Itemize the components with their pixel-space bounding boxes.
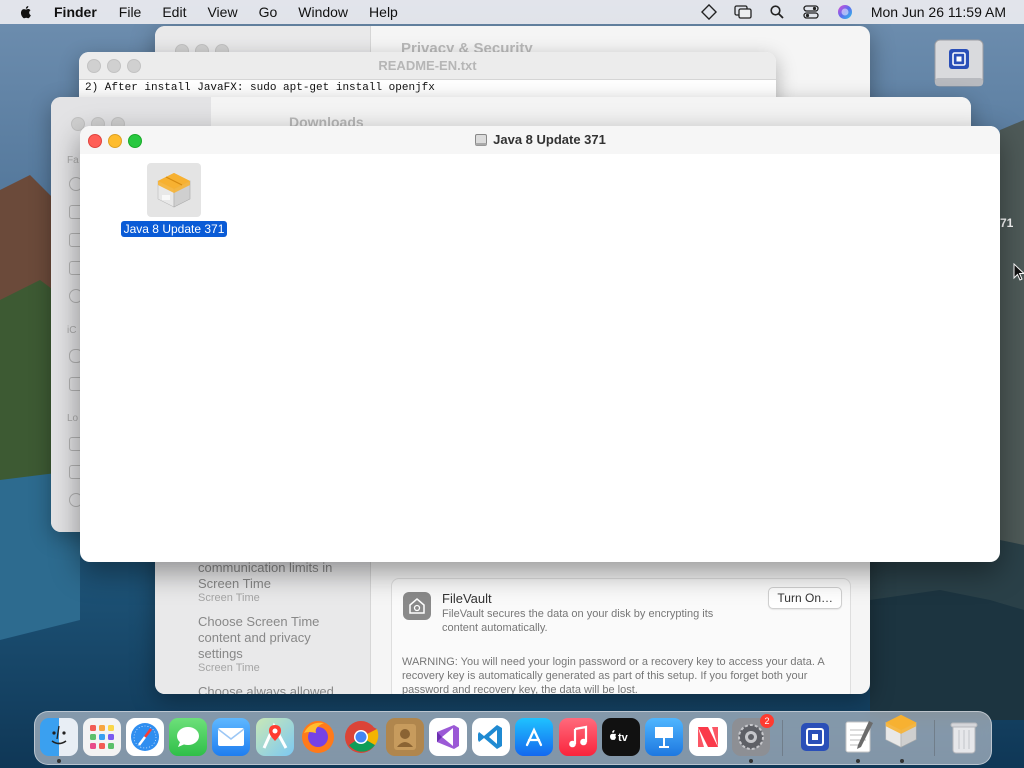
dock-music-icon[interactable] (559, 718, 597, 756)
package-box-icon (157, 173, 191, 208)
dock-separator (782, 720, 783, 756)
settings-sidebar-subtitle: Screen Time (198, 592, 260, 604)
sidebar-section-icloud: iC (67, 325, 77, 336)
settings-notification-badge: 2 (760, 714, 774, 728)
menu-go[interactable]: Go (259, 4, 278, 20)
dock-system-settings-icon[interactable]: 2 (732, 714, 774, 756)
diamond-icon[interactable] (699, 4, 719, 20)
java-installer-package[interactable]: Java 8 Update 371 (118, 163, 230, 237)
sidebar-section-favorites: Fa (67, 155, 79, 166)
disk-volume-icon (475, 133, 488, 146)
settings-sidebar-item[interactable]: Choose always allowed (198, 684, 334, 694)
menu-app-name[interactable]: Finder (54, 4, 97, 20)
settings-sidebar-item[interactable]: communication limits in Screen Time (198, 560, 338, 592)
java-titlebar[interactable]: Java 8 Update 371 (80, 126, 1000, 154)
menu-help[interactable]: Help (369, 4, 398, 20)
dock-separator (934, 720, 935, 756)
filevault-panel: FileVault FileVault secures the data on … (391, 578, 851, 694)
dock-keynote-icon[interactable] (645, 718, 683, 756)
dock-java-installer-icon[interactable] (882, 712, 920, 750)
readme-text-line[interactable]: 2) After install JavaFX: sudo apt-get in… (79, 81, 776, 95)
menu-window[interactable]: Window (298, 4, 348, 20)
dock-textedit-icon[interactable] (839, 718, 877, 756)
disk-image-drive-icon[interactable] (930, 36, 988, 94)
dock-firefox-icon[interactable] (299, 718, 337, 756)
filevault-title: FileVault (442, 591, 492, 606)
filevault-turn-on-button[interactable]: Turn On… (768, 587, 842, 609)
filevault-warning: WARNING: You will need your login passwo… (402, 656, 825, 694)
screen-mirroring-icon[interactable] (733, 4, 753, 20)
dock-vscode-icon[interactable] (472, 718, 510, 756)
dock-news-icon[interactable] (689, 718, 727, 756)
dock-launchpad-icon[interactable] (83, 718, 121, 756)
settings-sidebar-item[interactable]: Choose Screen Time content and privacy s… (198, 614, 328, 662)
package-thumbnail (147, 163, 201, 217)
svg-text:tv: tv (618, 732, 629, 744)
dock-running-indicator (856, 759, 860, 763)
menu-view[interactable]: View (207, 4, 237, 20)
menu-bar: Finder File Edit View Go Window Help Mon… (0, 0, 1024, 24)
dock: tv 2 (34, 711, 992, 765)
desktop-label-partial: 71 (1000, 216, 1014, 230)
menu-edit[interactable]: Edit (162, 4, 186, 20)
dock-messages-icon[interactable] (169, 718, 207, 756)
dock-disk-image-icon[interactable] (796, 718, 834, 756)
dock-trash-icon[interactable] (945, 718, 983, 756)
siri-icon[interactable] (835, 4, 855, 20)
settings-sidebar-subtitle: Screen Time (198, 662, 260, 674)
java-window-title: Java 8 Update 371 (493, 132, 606, 147)
readme-titlebar[interactable]: README-EN.txt (79, 52, 776, 80)
sidebar-section-locations: Lo (67, 413, 79, 424)
dock-chrome-icon[interactable] (342, 718, 380, 756)
dock-running-indicator (900, 759, 904, 763)
java-volume-window: Java 8 Update 371 Java 8 Update 371 (80, 126, 1000, 562)
control-center-icon[interactable] (801, 4, 821, 20)
menu-file[interactable]: File (119, 4, 142, 20)
dock-visual-studio-icon[interactable] (429, 718, 467, 756)
menu-clock[interactable]: Mon Jun 26 11:59 AM (871, 4, 1006, 20)
search-icon[interactable] (767, 4, 787, 20)
dock-mail-icon[interactable] (212, 718, 250, 756)
dock-apple-tv-icon[interactable]: tv (602, 718, 640, 756)
mouse-cursor-icon (1013, 263, 1024, 281)
readme-title: README-EN.txt (378, 58, 477, 73)
dock-maps-icon[interactable] (256, 718, 294, 756)
apple-icon[interactable] (18, 4, 34, 20)
dock-safari-icon[interactable] (126, 718, 164, 756)
filevault-description: FileVault secures the data on your disk … (442, 608, 714, 634)
dock-contacts-icon[interactable] (386, 718, 424, 756)
dock-app-store-icon[interactable] (515, 718, 553, 756)
dock-running-indicator (57, 759, 61, 763)
filevault-house-icon (403, 592, 431, 620)
package-label[interactable]: Java 8 Update 371 (120, 221, 228, 237)
dock-running-indicator (749, 759, 753, 763)
dock-finder-icon[interactable] (40, 718, 78, 756)
